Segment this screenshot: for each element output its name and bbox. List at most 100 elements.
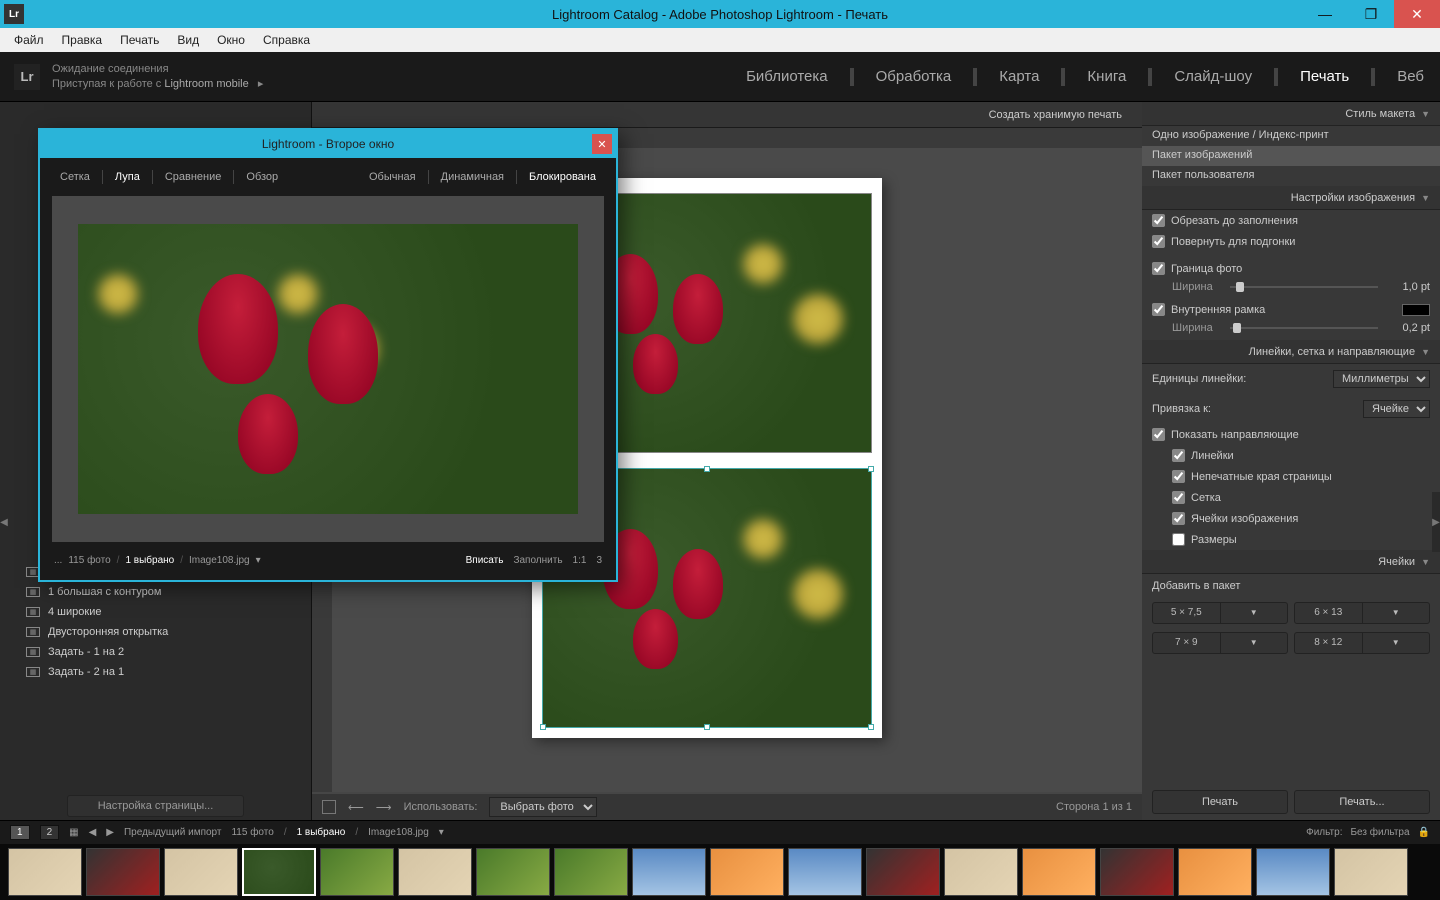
print-button[interactable]: Печать <box>1152 790 1288 814</box>
guides-cells[interactable]: Ячейки изображения <box>1142 508 1440 529</box>
module-library[interactable]: Библиотека <box>744 64 830 89</box>
folder-dots[interactable]: ... <box>54 555 62 566</box>
module-book[interactable]: Книга <box>1085 64 1128 89</box>
thumbnail[interactable] <box>944 848 1018 896</box>
tab-loupe[interactable]: Лупа <box>107 167 148 187</box>
cell-7x9-button[interactable]: 7 × 9▼ <box>1152 632 1288 654</box>
mode-normal[interactable]: Обычная <box>361 167 424 187</box>
layout-custom-package[interactable]: Пакет пользователя <box>1142 166 1440 186</box>
resize-handle[interactable] <box>540 724 546 730</box>
prev-page-icon[interactable]: ⟵ <box>348 801 364 814</box>
zoom-3[interactable]: 3 <box>596 555 602 566</box>
monitor-2-button[interactable]: 2 <box>40 825 60 840</box>
left-panel-toggle[interactable]: ◀ <box>0 492 8 552</box>
snap-to-select[interactable]: Ячейке <box>1363 400 1430 418</box>
resize-handle[interactable] <box>868 466 874 472</box>
secondary-window[interactable]: Lightroom - Второе окно ✕ Сетка Лупа Сра… <box>38 128 618 582</box>
cell-6x13-button[interactable]: 6 × 13▼ <box>1294 602 1430 624</box>
current-file[interactable]: Image108.jpg <box>368 827 429 838</box>
inner-stroke-check[interactable]: Внутренняя рамка <box>1142 299 1440 320</box>
thumbnail[interactable] <box>1022 848 1096 896</box>
guides-rulers[interactable]: Линейки <box>1142 445 1440 466</box>
menu-edit[interactable]: Правка <box>54 30 111 50</box>
resize-handle[interactable] <box>704 466 710 472</box>
chevron-down-icon[interactable]: ▼ <box>1220 603 1288 623</box>
chevron-down-icon[interactable]: ▼ <box>1220 633 1288 653</box>
menu-help[interactable]: Справка <box>255 30 318 50</box>
template-item[interactable]: ▦Задать - 1 на 2 <box>0 642 311 662</box>
thumbnail[interactable] <box>8 848 82 896</box>
thumbnail[interactable] <box>398 848 472 896</box>
secondary-canvas[interactable] <box>52 196 604 542</box>
crop-to-fill-check[interactable]: Обрезать до заполнения <box>1142 210 1440 231</box>
resize-handle[interactable] <box>868 724 874 730</box>
rotate-to-fit-check[interactable]: Повернуть для подгонки <box>1142 231 1440 252</box>
thumbnail[interactable] <box>632 848 706 896</box>
layout-picture-package[interactable]: Пакет изображений <box>1142 146 1440 166</box>
module-print[interactable]: Печать <box>1298 64 1351 89</box>
secondary-window-close-button[interactable]: ✕ <box>592 134 612 154</box>
monitor-1-button[interactable]: 1 <box>10 825 30 840</box>
selection-checkbox[interactable] <box>322 800 336 814</box>
filter-lock-icon[interactable]: 🔒 <box>1418 827 1430 838</box>
source-label[interactable]: Предыдущий импорт <box>124 827 222 838</box>
thumbnail-selected[interactable] <box>242 848 316 896</box>
cells-header[interactable]: Ячейки▼ <box>1142 550 1440 574</box>
template-item[interactable]: ▦Двусторонняя открытка <box>0 622 311 642</box>
page-setup-button[interactable]: Настройка страницы... <box>67 795 245 817</box>
guides-grid[interactable]: Сетка <box>1142 487 1440 508</box>
menu-print[interactable]: Печать <box>112 30 167 50</box>
tab-compare[interactable]: Сравнение <box>157 167 230 187</box>
chevron-down-icon[interactable]: ▼ <box>1362 603 1430 623</box>
guides-bleed[interactable]: Непечатные края страницы <box>1142 466 1440 487</box>
template-item[interactable]: ▦1 большая с контуром <box>0 582 311 602</box>
inner-width-slider[interactable]: Ширина0,2 pt <box>1142 320 1440 340</box>
module-slideshow[interactable]: Слайд-шоу <box>1172 64 1254 89</box>
zoom-1-1[interactable]: 1:1 <box>573 555 587 566</box>
thumbnail[interactable] <box>164 848 238 896</box>
ruler-units-select[interactable]: Миллиметры <box>1333 370 1430 388</box>
chevron-down-icon[interactable]: ▼ <box>1362 633 1430 653</box>
thumbnail[interactable] <box>86 848 160 896</box>
rulers-grid-header[interactable]: Линейки, сетка и направляющие▼ <box>1142 340 1440 364</box>
minimize-button[interactable]: — <box>1302 0 1348 28</box>
create-stored-print-button[interactable]: Создать хранимую печать <box>979 106 1132 124</box>
current-file[interactable]: Image108.jpg <box>189 555 250 566</box>
cell-5x7-button[interactable]: 5 × 7,5▼ <box>1152 602 1288 624</box>
grid-icon[interactable]: ▦ <box>69 827 78 838</box>
cell-8x12-button[interactable]: 8 × 12▼ <box>1294 632 1430 654</box>
menu-window[interactable]: Окно <box>209 30 253 50</box>
nav-fwd-icon[interactable]: ▶ <box>106 827 114 838</box>
chevron-down-icon[interactable]: ▾ <box>256 555 261 566</box>
thumbnail[interactable] <box>710 848 784 896</box>
thumbnail[interactable] <box>320 848 394 896</box>
layout-single-contact[interactable]: Одно изображение / Индекс-принт <box>1142 126 1440 146</box>
zoom-fill[interactable]: Заполнить <box>513 555 562 566</box>
menu-file[interactable]: Файл <box>6 30 52 50</box>
maximize-button[interactable]: ❐ <box>1348 0 1394 28</box>
thumbnail[interactable] <box>866 848 940 896</box>
mode-locked[interactable]: Блокирована <box>521 167 604 187</box>
status-line2[interactable]: Приступая к работе с Lightroom mobile ▸ <box>52 77 263 91</box>
zoom-fit[interactable]: Вписать <box>466 555 504 566</box>
thumbnail[interactable] <box>1256 848 1330 896</box>
print-dialog-button[interactable]: Печать... <box>1294 790 1430 814</box>
thumbnail[interactable] <box>1178 848 1252 896</box>
template-item[interactable]: ▦Задать - 2 на 1 <box>0 662 311 682</box>
image-settings-header[interactable]: Настройки изображения▼ <box>1142 186 1440 210</box>
guides-dimensions[interactable]: Размеры <box>1142 529 1440 550</box>
tab-grid[interactable]: Сетка <box>52 167 98 187</box>
module-develop[interactable]: Обработка <box>874 64 954 89</box>
tab-survey[interactable]: Обзор <box>238 167 286 187</box>
thumbnail[interactable] <box>788 848 862 896</box>
secondary-window-titlebar[interactable]: Lightroom - Второе окно ✕ <box>40 130 616 158</box>
thumbnail[interactable] <box>554 848 628 896</box>
mode-live[interactable]: Динамичная <box>433 167 512 187</box>
loupe-image[interactable] <box>78 224 578 514</box>
show-guides-check[interactable]: Показать направляющие <box>1142 424 1440 445</box>
module-web[interactable]: Веб <box>1395 64 1426 89</box>
thumbnail[interactable] <box>476 848 550 896</box>
border-color-swatch[interactable] <box>1402 304 1430 316</box>
thumbnail[interactable] <box>1334 848 1408 896</box>
use-photo-select[interactable]: Выбрать фото <box>489 797 597 817</box>
